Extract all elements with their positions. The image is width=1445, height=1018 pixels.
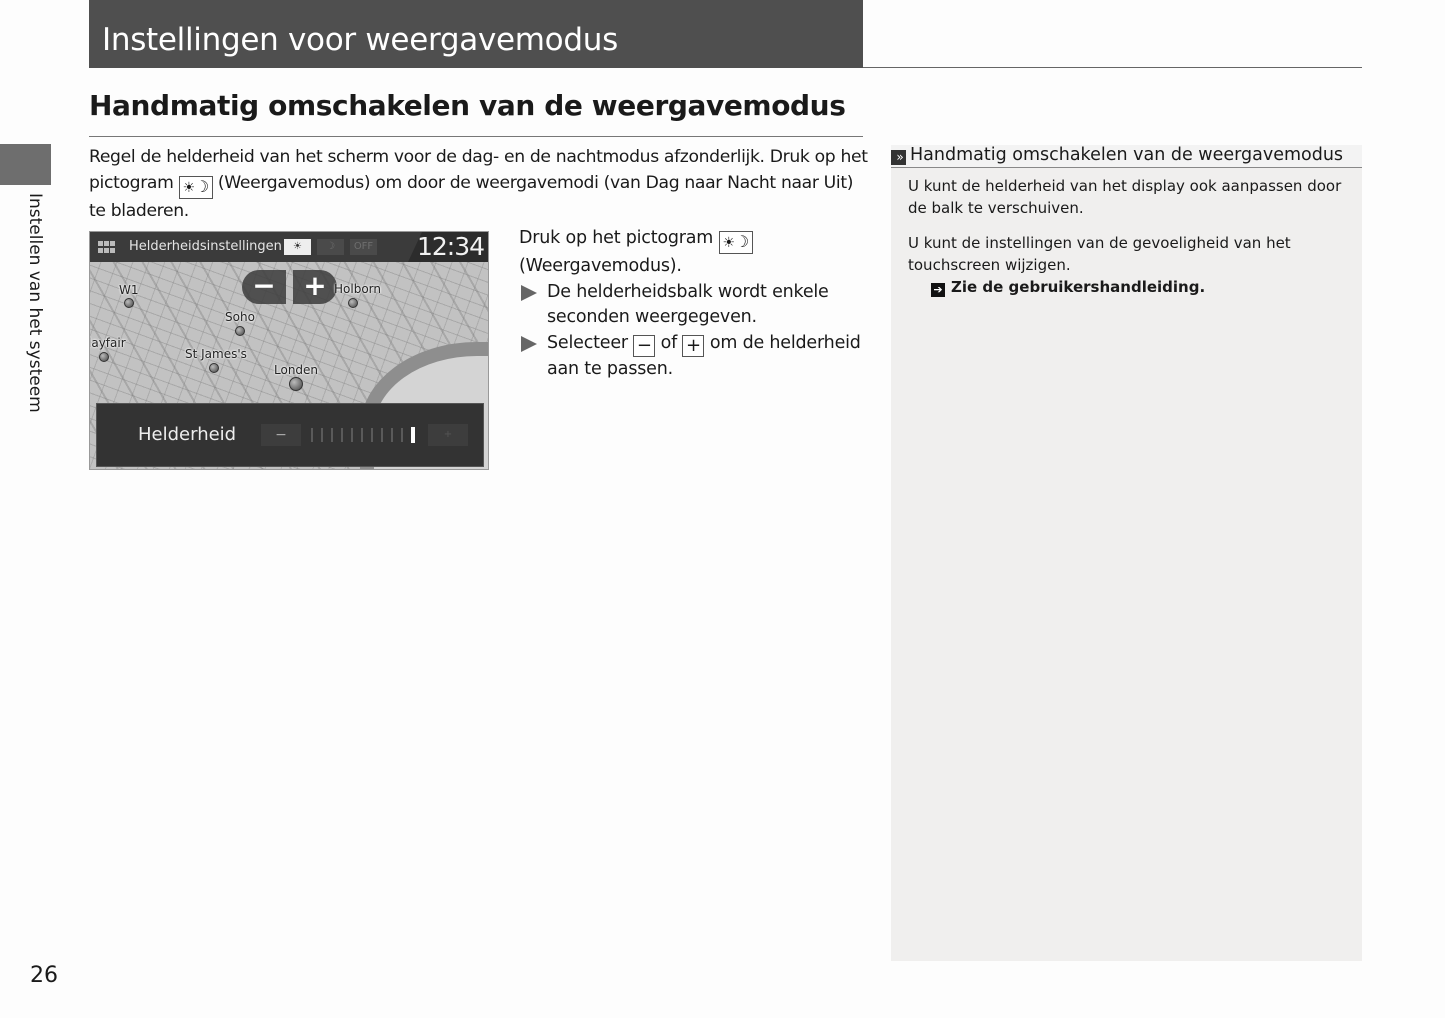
brightness-tick xyxy=(311,428,313,442)
result-bullet-1: De helderheidsbalk wordt enkele seconden… xyxy=(519,280,869,331)
zoom-out-button[interactable]: − xyxy=(242,270,286,304)
brightness-tick xyxy=(371,428,373,442)
side-tab-label: Instellen van het systeem xyxy=(25,193,45,413)
sun-icon: ☀ xyxy=(182,179,196,196)
double-chevron-icon: » xyxy=(891,150,906,165)
side-note-title: Handmatig omschakelen van de weergavemod… xyxy=(910,145,1344,165)
day-mode-button[interactable]: ☀ xyxy=(284,239,311,255)
screen-title: Helderheidsinstellingen xyxy=(129,239,282,254)
section-rule xyxy=(89,136,863,137)
note-paragraph-1: U kunt de helderheid van het display ook… xyxy=(908,177,1342,217)
brightness-tick xyxy=(391,428,393,442)
title-rule xyxy=(863,67,1362,68)
map-label-mayfair: layfair xyxy=(89,336,126,350)
brightness-tick xyxy=(381,428,383,442)
brightness-tick xyxy=(401,428,403,442)
side-note-heading: » Handmatig omschakelen van de weergavemo… xyxy=(891,145,1362,168)
screen-top-bar: Helderheidsinstellingen ☀ ☽ OFF 12:34 xyxy=(90,232,488,262)
moon-icon: ☽ xyxy=(194,176,209,196)
moon-icon: ☽ xyxy=(734,232,750,251)
brightness-tick xyxy=(351,428,353,442)
display-mode-icon: ☀☽ xyxy=(178,175,213,199)
display-mode-icon: ☀☽ xyxy=(718,231,754,254)
step-1-text-2: (Weergavemodus). xyxy=(519,256,682,276)
map-marker xyxy=(348,298,358,308)
arrow-right-icon: ➔ xyxy=(931,283,945,297)
minus-icon: − xyxy=(633,334,656,357)
brightness-panel: Helderheid − + xyxy=(96,403,484,467)
result-bullet-2: Selecteer − of + om de helderheid aan te… xyxy=(519,331,869,383)
brightness-tick xyxy=(361,428,363,442)
map-marker xyxy=(235,326,245,336)
zoom-in-button[interactable]: + xyxy=(293,270,337,304)
map-marker-city xyxy=(289,377,303,391)
step-1: Druk op het pictogram ☀☽ (Weergavemodus)… xyxy=(519,226,869,280)
cross-reference-link[interactable]: ➔ Zie de gebruikershandleiding. xyxy=(931,276,1358,298)
map-marker xyxy=(209,363,219,373)
page-number: 26 xyxy=(30,963,58,988)
off-mode-button[interactable]: OFF xyxy=(350,239,377,255)
clock: 12:34 xyxy=(416,232,485,261)
triangle-bullet-icon xyxy=(521,284,537,301)
cross-reference-text[interactable]: Zie de gebruikershandleiding. xyxy=(951,278,1205,296)
brightness-tick xyxy=(341,428,343,442)
brightness-slider[interactable] xyxy=(311,427,415,443)
brightness-increase-button[interactable]: + xyxy=(428,424,468,446)
map-marker xyxy=(99,352,109,362)
map-label-londen: Londen xyxy=(274,363,319,377)
instruction-steps: Druk op het pictogram ☀☽ (Weergavemodus)… xyxy=(519,226,869,382)
step-1-text: Druk op het pictogram xyxy=(519,228,719,248)
brightness-tick xyxy=(321,428,323,442)
brightness-screenshot: Helderheidsinstellingen ☀ ☽ OFF 12:34 − … xyxy=(89,231,489,470)
map-label-w1: W1 xyxy=(119,283,139,297)
brightness-label: Helderheid xyxy=(138,424,237,445)
side-note-body: U kunt de helderheid van het display ook… xyxy=(908,175,1358,311)
map-label-soho: Soho xyxy=(225,310,255,324)
side-note: » Handmatig omschakelen van de weergavemo… xyxy=(891,145,1362,961)
map-label-st-james: St James's xyxy=(185,347,247,361)
night-mode-button[interactable]: ☽ xyxy=(317,239,344,255)
side-tab-marker xyxy=(0,144,51,185)
bullet-2-text: Selecteer xyxy=(547,332,634,353)
chapter-title: Instellingen voor weergavemodus xyxy=(102,22,618,58)
brightness-tick xyxy=(411,427,415,443)
section-heading: Handmatig omschakelen van de weergavemod… xyxy=(89,89,846,122)
plus-icon: + xyxy=(682,334,705,357)
map-marker xyxy=(124,298,134,308)
brightness-tick xyxy=(331,428,333,442)
triangle-bullet-icon xyxy=(521,335,537,352)
bullet-2-of: of xyxy=(655,332,683,353)
chapter-title-bar: Instellingen voor weergavemodus xyxy=(89,0,863,68)
map-label-holborn: Holborn xyxy=(334,282,381,296)
intro-paragraph: Regel de helderheid van het scherm voor … xyxy=(89,145,869,224)
menu-grid-icon[interactable] xyxy=(98,241,116,253)
brightness-decrease-button[interactable]: − xyxy=(261,424,301,446)
mode-buttons: ☀ ☽ OFF xyxy=(284,239,377,255)
bullet-1-text: De helderheidsbalk wordt enkele seconden… xyxy=(547,281,829,328)
note-paragraph-2: U kunt de instellingen van de gevoelighe… xyxy=(908,234,1291,274)
sun-icon: ☀ xyxy=(722,235,736,251)
